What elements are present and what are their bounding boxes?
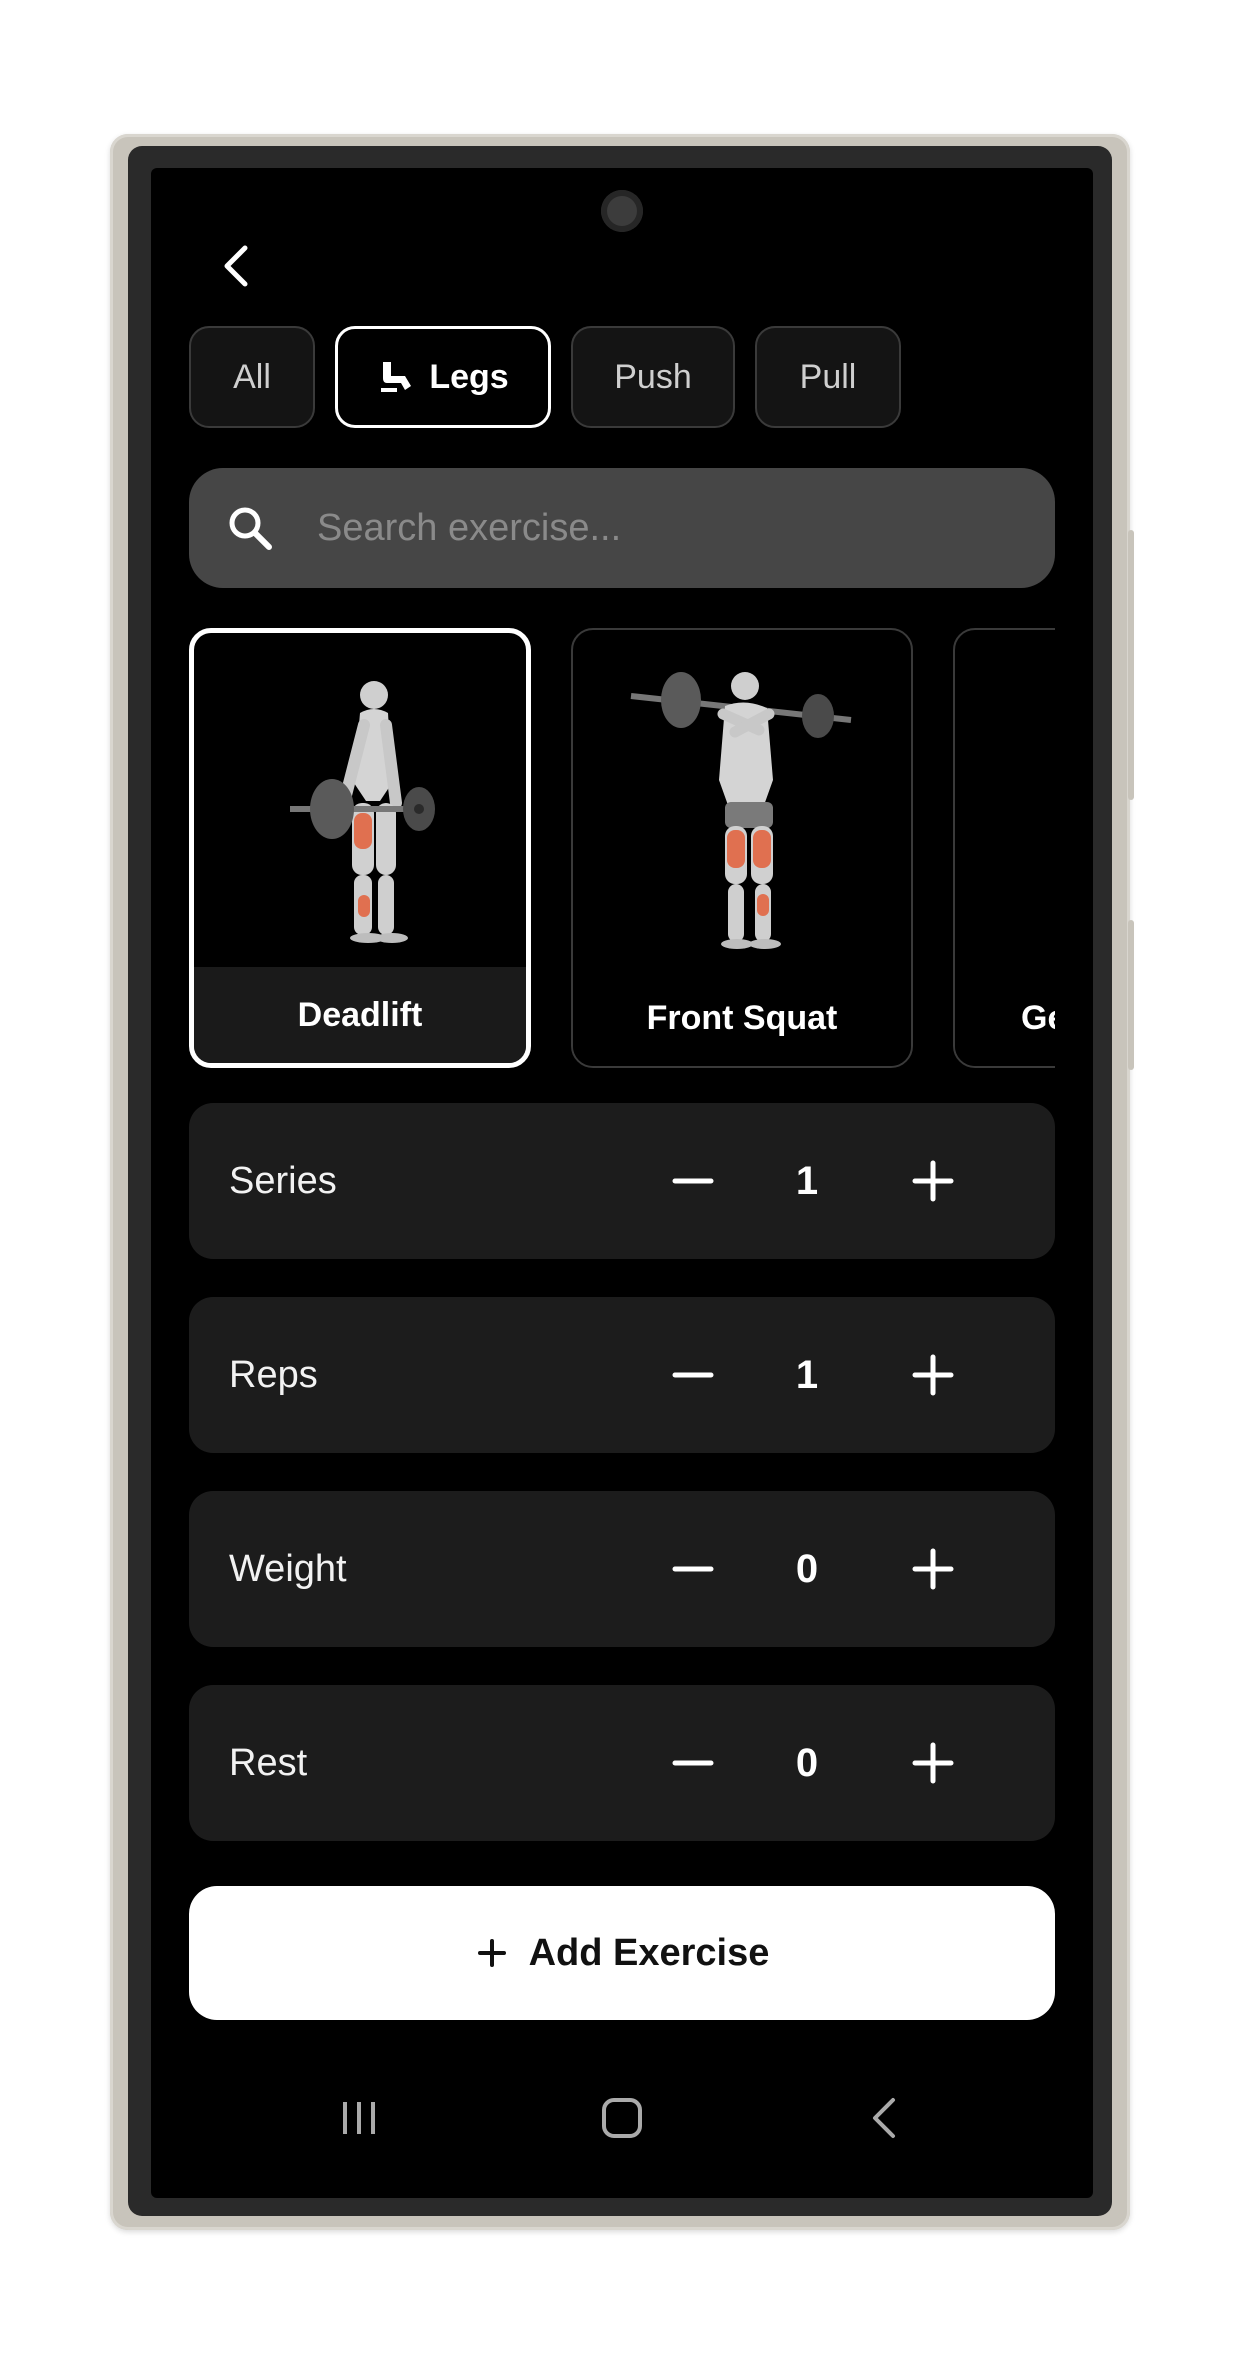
front-camera xyxy=(601,190,643,232)
leg-press-icon xyxy=(381,362,412,392)
weight-increment-button[interactable] xyxy=(897,1533,969,1605)
setting-label: Rest xyxy=(229,1742,308,1784)
chevron-left-icon xyxy=(224,245,248,287)
reps-value: 1 xyxy=(795,1353,819,1397)
series-value: 1 xyxy=(795,1159,819,1203)
recent-apps-icon[interactable] xyxy=(329,2088,389,2148)
filter-chip-label: Legs xyxy=(429,357,509,396)
nav-back-icon[interactable] xyxy=(855,2088,915,2148)
filter-chip-label: Pull xyxy=(799,357,857,396)
filter-chip-label: All xyxy=(233,357,271,396)
reps-row: Reps 1 xyxy=(189,1297,1055,1453)
back-button[interactable] xyxy=(211,238,267,294)
exercise-card-front-squat[interactable]: Front Squat xyxy=(571,628,913,1068)
exercise-card-label: Front Squat xyxy=(573,970,911,1066)
app-screen: All Legs Push Pull Search exercise... De… xyxy=(151,168,1093,2198)
add-exercise-label: Add Exercise xyxy=(528,1931,770,1974)
add-exercise-button[interactable]: Add Exercise xyxy=(189,1886,1055,2020)
setting-label: Series xyxy=(229,1160,337,1202)
filter-chip-pull[interactable]: Pull xyxy=(755,326,901,428)
exercise-card-partial[interactable]: Ge xyxy=(953,628,1055,1068)
filter-chip-label: Push xyxy=(614,357,692,396)
rest-decrement-button[interactable] xyxy=(657,1727,729,1799)
filter-chip-legs[interactable]: Legs xyxy=(335,326,551,428)
reps-decrement-button[interactable] xyxy=(657,1339,729,1411)
system-nav-bar xyxy=(151,2068,1093,2168)
search-icon xyxy=(229,507,272,550)
weight-decrement-button[interactable] xyxy=(657,1533,729,1605)
exercise-card-deadlift[interactable]: Deadlift xyxy=(189,628,531,1068)
filter-chip-all[interactable]: All xyxy=(189,326,315,428)
rest-value: 0 xyxy=(795,1741,819,1785)
weight-row: Weight 0 xyxy=(189,1491,1055,1647)
series-decrement-button[interactable] xyxy=(657,1145,729,1217)
filter-chip-push[interactable]: Push xyxy=(571,326,735,428)
front-squat-illustration xyxy=(630,672,852,949)
plus-icon xyxy=(477,1939,506,1967)
search-bar xyxy=(189,468,1055,588)
series-row: Series 1 xyxy=(189,1103,1055,1259)
search-input[interactable] xyxy=(315,505,1019,551)
exercise-card-label-text: Ge xyxy=(1021,998,1055,1037)
exercise-card-label: Ge xyxy=(955,970,1055,1066)
exercise-carousel: Deadlift Front Squat G xyxy=(189,628,1055,1068)
setting-label: Reps xyxy=(229,1354,318,1396)
rest-increment-button[interactable] xyxy=(897,1727,969,1799)
series-increment-button[interactable] xyxy=(897,1145,969,1217)
reps-increment-button[interactable] xyxy=(897,1339,969,1411)
deadlift-illustration xyxy=(290,681,435,943)
setting-label: Weight xyxy=(229,1548,347,1590)
rest-row: Rest 0 xyxy=(189,1685,1055,1841)
volume-button xyxy=(1128,530,1134,800)
exercise-card-label: Deadlift xyxy=(194,967,526,1063)
weight-value: 0 xyxy=(795,1547,819,1591)
power-button xyxy=(1128,920,1134,1070)
filter-chips: All Legs Push Pull xyxy=(189,326,901,428)
home-icon[interactable] xyxy=(592,2088,652,2148)
